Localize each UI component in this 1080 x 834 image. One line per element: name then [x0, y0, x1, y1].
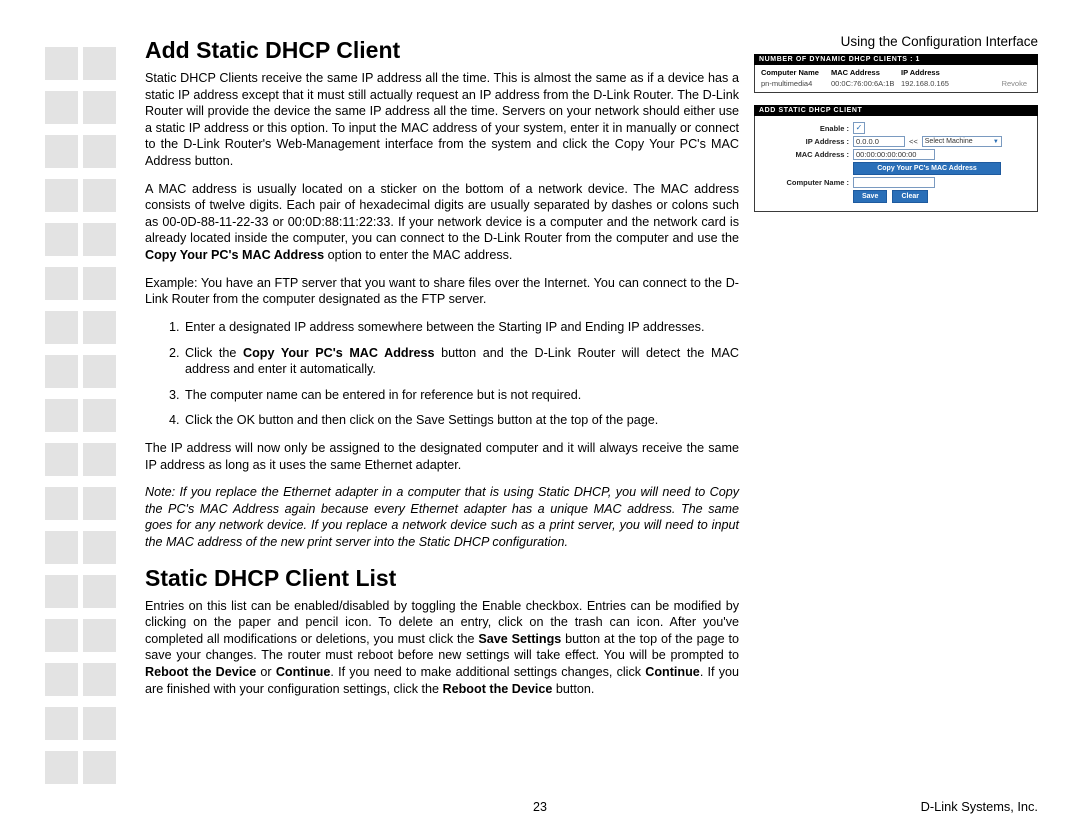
cell-mac: 00:0C:76:00:6A:1B: [831, 79, 901, 88]
company-footer: D-Link Systems, Inc.: [921, 799, 1038, 814]
clear-button[interactable]: Clear: [892, 190, 928, 203]
steps-list: Enter a designated IP address somewhere …: [145, 319, 739, 429]
step-3: The computer name can be entered in for …: [183, 387, 739, 404]
decorative-squares: [45, 42, 125, 790]
para-client-list: Entries on this list can be enabled/disa…: [145, 598, 739, 698]
p2-c: or: [256, 665, 276, 679]
p2-d: . If you need to make additional setting…: [330, 665, 645, 679]
step-2: Click the Copy Your PC's MAC Address but…: [183, 345, 739, 378]
label-mac: MAC Address :: [759, 150, 853, 159]
p2-bold4: Continue: [645, 665, 700, 679]
cell-ip: 192.168.0.165: [901, 79, 971, 88]
p2-bold2: Reboot the Device: [145, 665, 256, 679]
heading-add-static-dhcp: Add Static DHCP Client: [145, 37, 739, 64]
panel-add-static: Enable : ✓ IP Address : 0.0.0.0 << Selec…: [754, 116, 1038, 212]
bold-copy-mac: Copy Your PC's MAC Address: [145, 248, 324, 262]
step-2a: Click the: [185, 346, 243, 360]
save-button[interactable]: Save: [853, 190, 887, 203]
bar-add-static: ADD STATIC DHCP CLIENT: [754, 105, 1038, 116]
bar-dynamic-clients: NUMBER OF DYNAMIC DHCP CLIENTS : 1: [754, 54, 1038, 65]
p2-bold5: Reboot the Device: [443, 682, 553, 696]
cell-computer-name: pn-multimedia4: [761, 79, 831, 88]
select-machine-label: Select Machine: [925, 138, 973, 145]
para-mac-address: A MAC address is usually located on a st…: [145, 181, 739, 264]
p2-bold3: Continue: [276, 665, 331, 679]
p2-bold1: Save Settings: [478, 632, 561, 646]
page-number: 23: [0, 800, 1080, 814]
panel-dynamic-clients: Computer Name MAC Address IP Address pn-…: [754, 65, 1038, 93]
th-mac-address: MAC Address: [831, 68, 901, 77]
label-ip: IP Address :: [759, 137, 853, 146]
table-row: pn-multimedia4 00:0C:76:00:6A:1B 192.168…: [755, 79, 1037, 92]
copy-mac-button[interactable]: Copy Your PC's MAC Address: [853, 162, 1001, 175]
input-mac-address[interactable]: 00:00:00:00:00:00: [853, 149, 935, 160]
para-note: Note: If you replace the Ethernet adapte…: [145, 484, 739, 550]
step-4: Click the OK button and then click on th…: [183, 412, 739, 429]
heading-client-list: Static DHCP Client List: [145, 565, 739, 592]
th-computer-name: Computer Name: [761, 68, 831, 77]
label-computer-name: Computer Name :: [759, 178, 853, 187]
label-enable: Enable :: [759, 124, 853, 133]
revoke-button[interactable]: Revoke: [1002, 79, 1031, 88]
para-mac-a: A MAC address is usually located on a st…: [145, 182, 739, 246]
step-2-bold: Copy Your PC's MAC Address: [243, 346, 435, 360]
header-section-label: Using the Configuration Interface: [841, 34, 1038, 49]
input-ip-address[interactable]: 0.0.0.0: [853, 136, 905, 147]
para-intro: Static DHCP Clients receive the same IP …: [145, 70, 739, 170]
chevron-down-icon: ▼: [993, 139, 999, 145]
checkbox-enable[interactable]: ✓: [853, 122, 865, 134]
p2-f: button.: [552, 682, 594, 696]
para-result: The IP address will now only be assigned…: [145, 440, 739, 473]
lt-arrows: <<: [909, 137, 918, 146]
para-example: Example: You have an FTP server that you…: [145, 275, 739, 308]
para-mac-b: option to enter the MAC address.: [324, 248, 512, 262]
main-content: Add Static DHCP Client Static DHCP Clien…: [145, 37, 739, 708]
figure-router-ui: NUMBER OF DYNAMIC DHCP CLIENTS : 1 Compu…: [754, 54, 1038, 212]
step-1: Enter a designated IP address somewhere …: [183, 319, 739, 336]
th-ip-address: IP Address: [901, 68, 971, 77]
input-computer-name[interactable]: [853, 177, 935, 188]
select-machine[interactable]: Select Machine ▼: [922, 136, 1002, 147]
